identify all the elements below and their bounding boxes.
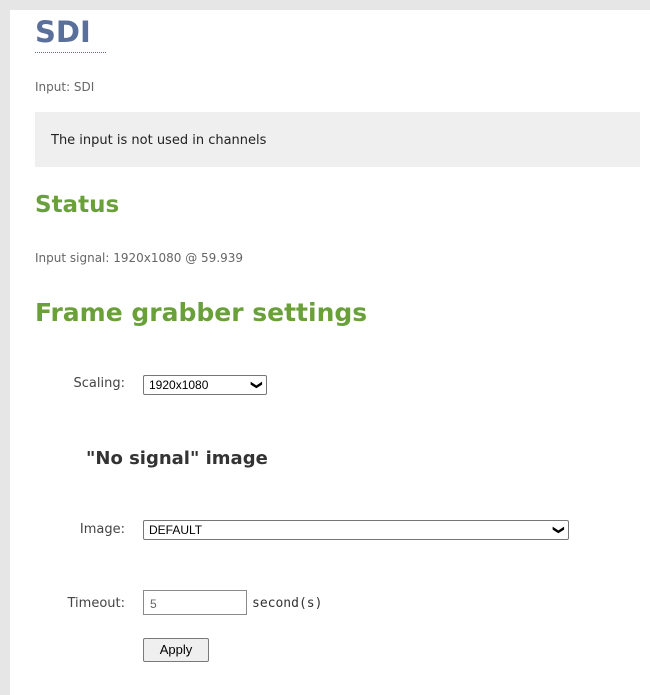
image-label: Image: xyxy=(79,522,125,537)
status-heading: Status xyxy=(35,192,120,218)
title-underline xyxy=(35,52,106,53)
notice-box: The input is not used in channels xyxy=(35,112,640,167)
scaling-label: Scaling: xyxy=(73,376,125,391)
scaling-select-value: 1920x1080 xyxy=(149,378,209,392)
notice-text: The input is not used in channels xyxy=(51,133,267,148)
input-signal-text: Input signal: 1920x1080 @ 59.939 xyxy=(35,251,244,265)
page-title: SDI xyxy=(35,15,91,49)
chevron-down-icon: ❯ xyxy=(552,525,565,535)
timeout-label: Timeout: xyxy=(67,596,125,611)
chevron-down-icon: ❯ xyxy=(250,380,263,390)
timeout-unit: second(s) xyxy=(252,596,323,611)
image-select-value: DEFAULT xyxy=(149,523,203,537)
image-select[interactable]: DEFAULT ❯ xyxy=(143,520,569,540)
input-label: Input: SDI xyxy=(35,80,95,94)
frame-grabber-heading: Frame grabber settings xyxy=(35,298,368,327)
no-signal-image-heading: "No signal" image xyxy=(86,448,268,469)
scaling-select[interactable]: 1920x1080 ❯ xyxy=(143,375,267,395)
apply-button[interactable]: Apply xyxy=(143,638,209,662)
timeout-input[interactable]: 5 xyxy=(143,590,247,615)
